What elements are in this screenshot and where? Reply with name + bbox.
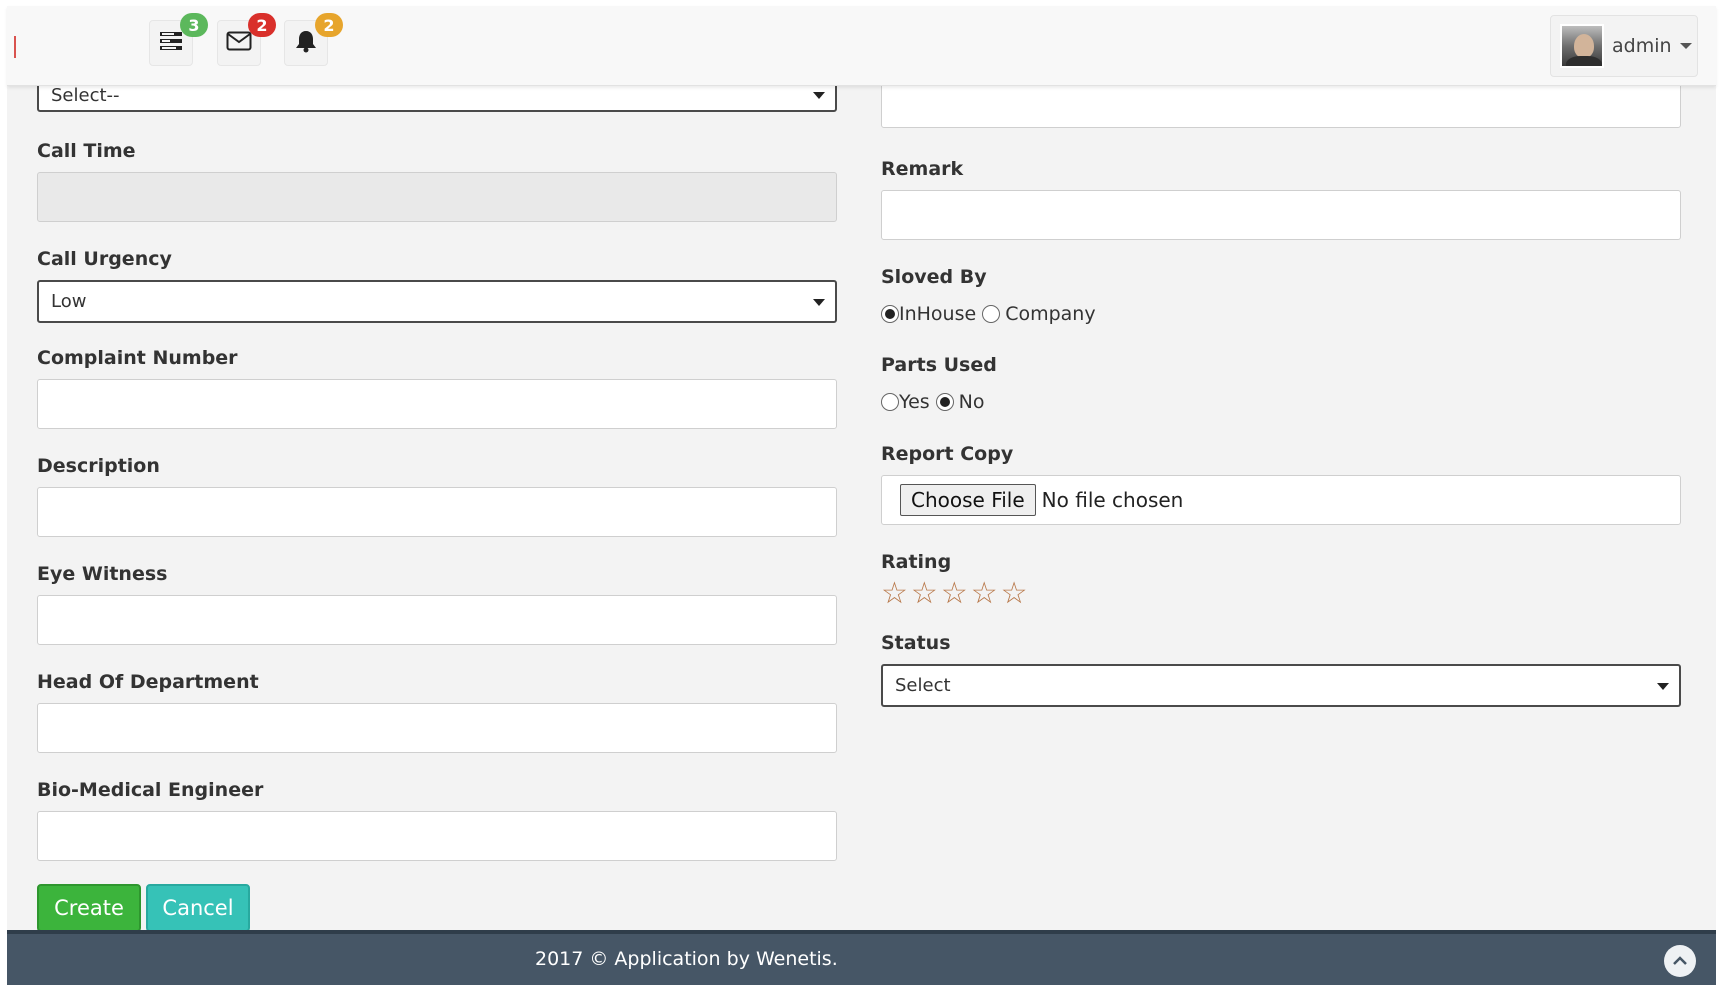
parts-used-no-label: No [958, 391, 985, 413]
star-icon[interactable]: ☆ [881, 579, 908, 609]
footer: 2017 © Application by Wenetis. [7, 930, 1716, 985]
star-icon[interactable]: ☆ [1001, 579, 1028, 609]
top-navbar: 3 2 2 admin [7, 6, 1716, 86]
complaint-number-label: Complaint Number [37, 347, 238, 369]
solved-by-company-label: Company [1005, 303, 1096, 325]
choose-file-button[interactable]: Choose File [900, 484, 1036, 516]
parts-used-label: Parts Used [881, 354, 997, 376]
avatar [1560, 24, 1604, 68]
brand-marker [14, 36, 16, 58]
parts-used-yes-radio[interactable] [881, 393, 899, 411]
notifications-badge: 2 [315, 13, 343, 37]
head-of-department-label: Head Of Department [37, 671, 259, 693]
description-input[interactable] [37, 487, 837, 537]
scroll-to-top-button[interactable] [1664, 945, 1696, 977]
left-edge [0, 0, 7, 985]
user-name: admin [1612, 35, 1672, 57]
messages-button[interactable]: 2 [217, 13, 276, 66]
solved-by-inhouse-radio[interactable] [881, 305, 899, 323]
rating-stars: ☆ ☆ ☆ ☆ ☆ [881, 579, 1031, 609]
status-select[interactable]: Select [881, 664, 1681, 707]
chevron-down-icon [813, 299, 825, 306]
footer-copyright: 2017 © Application by Wenetis. [535, 948, 838, 970]
eye-witness-input[interactable] [37, 595, 837, 645]
remark-label: Remark [881, 158, 964, 180]
tasks-icon [159, 30, 183, 56]
form-area: Select-- Call Time Call Urgency Low Comp… [7, 78, 1716, 932]
status-value: Select [895, 675, 951, 696]
complaint-number-input[interactable] [37, 379, 837, 429]
report-copy-label: Report Copy [881, 443, 1014, 465]
create-button[interactable]: Create [37, 884, 141, 932]
bio-medical-engineer-label: Bio-Medical Engineer [37, 779, 264, 801]
parts-used-yes-label: Yes [899, 391, 930, 413]
star-icon[interactable]: ☆ [971, 579, 998, 609]
bio-medical-engineer-input[interactable] [37, 811, 837, 861]
solved-by-company-radio[interactable] [982, 305, 1001, 323]
star-icon[interactable]: ☆ [941, 579, 968, 609]
call-urgency-label: Call Urgency [37, 248, 172, 270]
chevron-up-icon [1672, 952, 1688, 971]
call-urgency-select[interactable]: Low [37, 280, 837, 323]
call-time-label: Call Time [37, 140, 136, 162]
chevron-down-icon [813, 92, 825, 99]
bell-icon [295, 29, 317, 57]
file-status: No file chosen [1041, 488, 1184, 512]
solved-by-radio-group: InHouse Company [881, 303, 1096, 325]
head-of-department-input[interactable] [37, 703, 837, 753]
call-time-input[interactable] [37, 172, 837, 222]
report-copy-file-input[interactable]: Choose File No file chosen [881, 475, 1681, 525]
page: 3 2 2 admin Select-- Call Time Call Urge… [0, 0, 1724, 985]
right-edge [1716, 0, 1724, 985]
messages-badge: 2 [248, 13, 276, 37]
cancel-button[interactable]: Cancel [146, 884, 250, 932]
chevron-down-icon [1679, 43, 1692, 49]
eye-witness-label: Eye Witness [37, 563, 168, 585]
tasks-badge: 3 [180, 13, 208, 37]
solved-by-label: Sloved By [881, 266, 987, 288]
envelope-icon [226, 31, 252, 55]
rating-label: Rating [881, 551, 952, 573]
solved-by-inhouse-label: InHouse [899, 303, 977, 325]
notifications-button[interactable]: 2 [284, 13, 343, 66]
description-label: Description [37, 455, 160, 477]
top-select-value: Select-- [51, 84, 120, 106]
star-icon[interactable]: ☆ [911, 579, 938, 609]
parts-used-no-radio[interactable] [935, 393, 954, 411]
call-urgency-value: Low [51, 291, 87, 312]
status-label: Status [881, 632, 951, 654]
parts-used-radio-group: Yes No [881, 391, 985, 413]
tasks-button[interactable]: 3 [149, 13, 208, 66]
user-menu[interactable]: admin [1550, 15, 1698, 77]
remark-input[interactable] [881, 190, 1681, 240]
chevron-down-icon [1657, 683, 1669, 690]
